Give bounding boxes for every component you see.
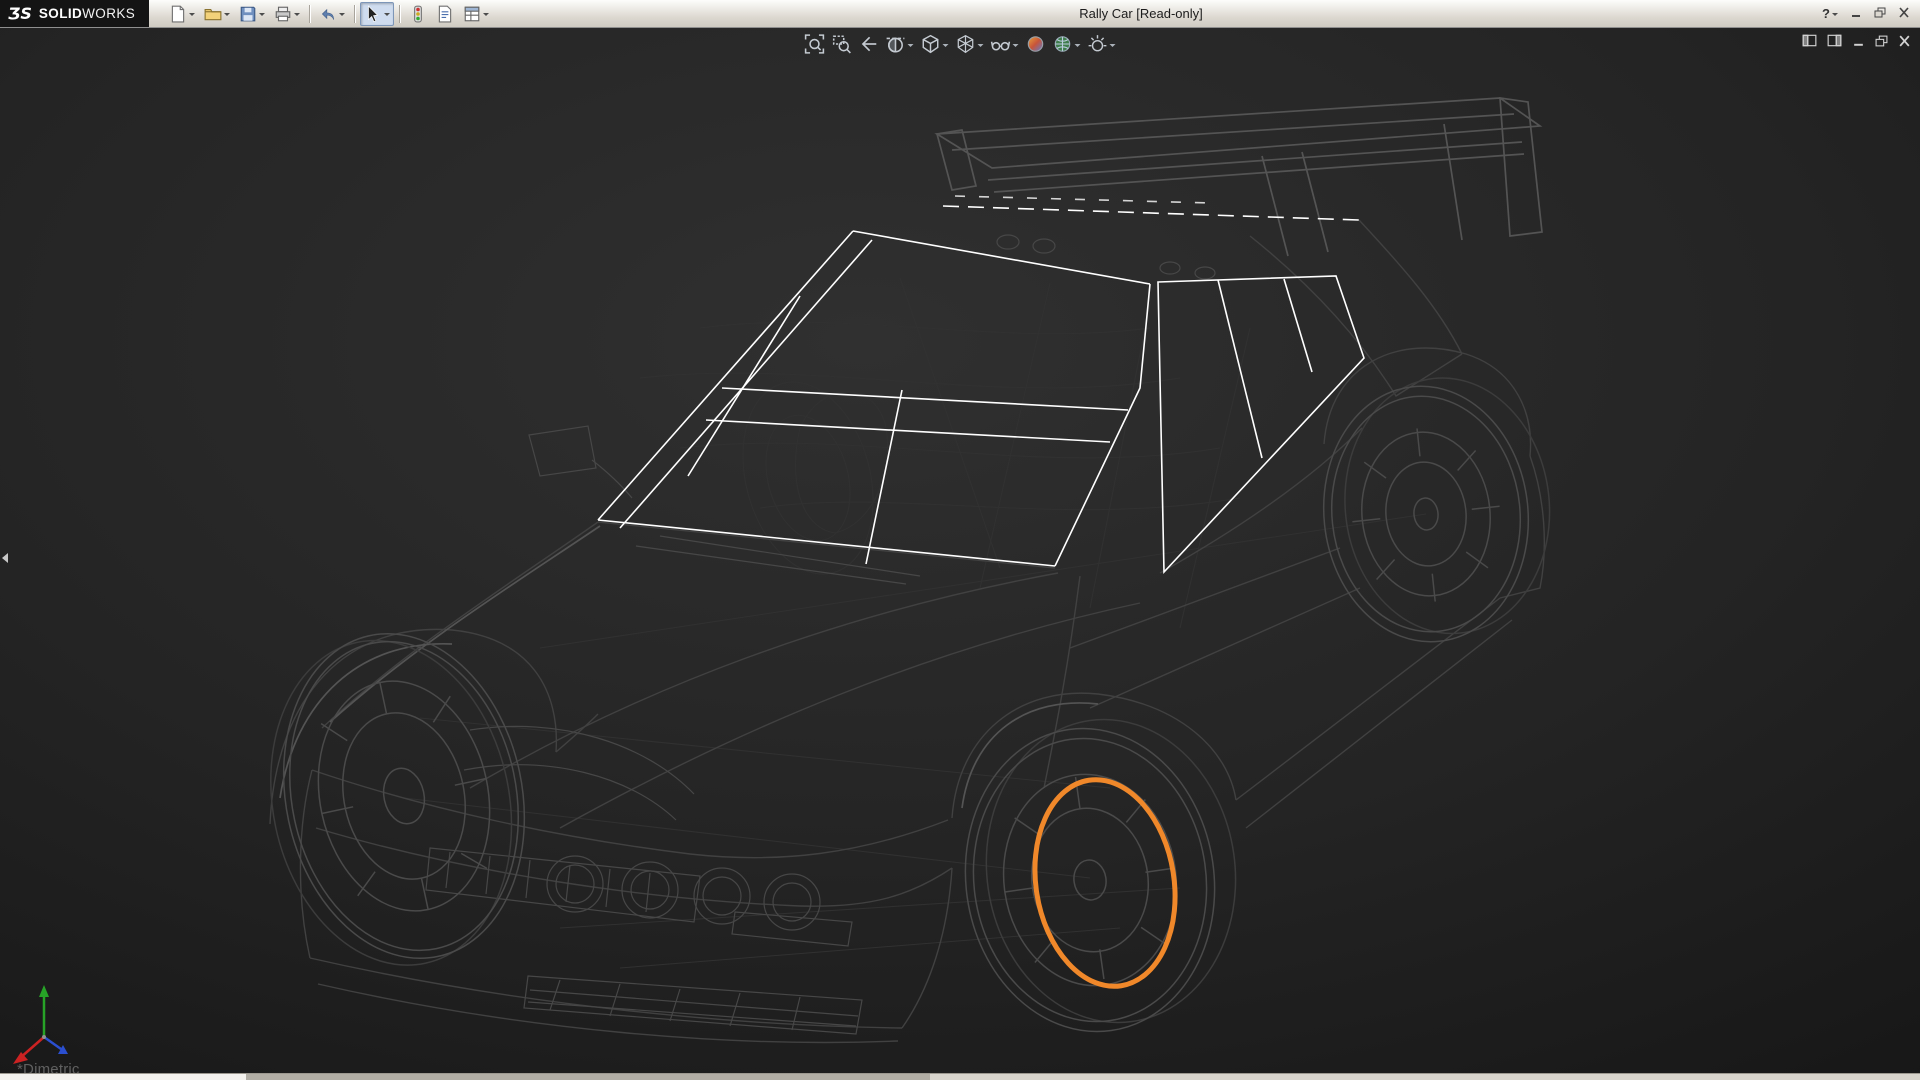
save-floppy-icon: [239, 5, 257, 23]
chevron-down-icon[interactable]: [224, 13, 230, 19]
title-bar: ƷS SOLIDWORKS: [0, 0, 1920, 28]
file-properties-button[interactable]: [432, 2, 458, 26]
view-orientation-button[interactable]: [919, 32, 951, 56]
rebuild-traffic-light-icon: [409, 5, 427, 23]
display-style-icon: [956, 34, 976, 54]
document-close-button[interactable]: [1898, 35, 1911, 47]
select-button[interactable]: [360, 2, 394, 26]
window-controls: ?: [1822, 5, 1920, 23]
chevron-down-icon[interactable]: [1013, 44, 1019, 50]
select-cursor-icon: [364, 5, 382, 23]
apply-scene-globe-icon: [1053, 34, 1073, 54]
sheet-options-button[interactable]: [459, 2, 493, 26]
hide-show-items-button[interactable]: [989, 32, 1021, 56]
open-folder-icon: [204, 5, 222, 23]
heads-up-view-toolbar: [803, 32, 1118, 56]
brand-name: SOLIDWORKS: [39, 6, 135, 21]
view-orientation-label: *Dimetric: [17, 1061, 80, 1073]
document-window-controls: [1802, 34, 1911, 47]
document-minimize-icon: [1852, 35, 1865, 47]
undo-arrow-icon: [319, 5, 337, 23]
section-view-icon: [886, 34, 906, 54]
chevron-down-icon[interactable]: [384, 13, 390, 19]
main-toolbar: [165, 2, 493, 26]
view-settings-icon: [1088, 34, 1108, 54]
chevron-down-icon[interactable]: [294, 13, 300, 19]
triad-z-axis[interactable]: [58, 1045, 68, 1054]
document-close-icon: [1898, 35, 1911, 47]
reference-triad[interactable]: [4, 979, 94, 1069]
zoom-to-area-icon: [832, 34, 852, 54]
pane-right-icon: [1827, 34, 1842, 47]
undo-button[interactable]: [315, 2, 349, 26]
triad-y-axis[interactable]: [39, 985, 49, 997]
view-orientation-cube-icon: [921, 34, 941, 54]
chevron-down-icon[interactable]: [339, 13, 345, 19]
chevron-down-icon[interactable]: [1832, 13, 1838, 19]
document-restore-button[interactable]: [1875, 35, 1888, 47]
new-document-icon: [169, 5, 187, 23]
viewport-background[interactable]: [0, 28, 1920, 1073]
document-restore-icon: [1875, 35, 1888, 47]
apply-scene-button[interactable]: [1051, 32, 1083, 56]
graphics-area[interactable]: *Dimetric: [0, 28, 1920, 1073]
chevron-down-icon[interactable]: [259, 13, 265, 19]
chevron-down-icon[interactable]: [908, 44, 914, 50]
brand-name-solid: SOLID: [39, 6, 82, 21]
minimize-icon: [1850, 7, 1862, 18]
zoom-to-fit-button[interactable]: [803, 32, 827, 56]
previous-view-icon: [859, 34, 879, 54]
display-style-button[interactable]: [954, 32, 986, 56]
open-button[interactable]: [200, 2, 234, 26]
section-view-button[interactable]: [884, 32, 916, 56]
pane-left-button[interactable]: [1802, 34, 1817, 47]
restore-button[interactable]: [1874, 5, 1886, 23]
chevron-down-icon[interactable]: [978, 44, 984, 50]
pane-left-icon: [1802, 34, 1817, 47]
edit-appearance-button[interactable]: [1024, 32, 1048, 56]
chevron-down-icon[interactable]: [189, 13, 195, 19]
status-bar-left-segment: [0, 1074, 246, 1080]
dassault-3ds-logo-icon: ƷS: [8, 4, 32, 23]
chevron-down-icon[interactable]: [483, 13, 489, 19]
close-button[interactable]: [1898, 5, 1910, 23]
chevron-down-icon[interactable]: [943, 44, 949, 50]
previous-view-button[interactable]: [857, 32, 881, 56]
close-icon: [1898, 7, 1910, 18]
toolbar-separator: [309, 5, 310, 23]
car-wireframe-model[interactable]: [0, 28, 1920, 1073]
help-glyph: ?: [1822, 6, 1830, 21]
help-button[interactable]: ?: [1822, 6, 1838, 21]
solidworks-logo: ƷS SOLIDWORKS: [0, 0, 149, 27]
chevron-down-icon[interactable]: [1110, 44, 1116, 50]
status-bar: [0, 1073, 1920, 1080]
printer-icon: [274, 5, 292, 23]
chevron-left-icon: [0, 551, 10, 565]
toolbar-separator: [399, 5, 400, 23]
print-button[interactable]: [270, 2, 304, 26]
horizontal-scrollbar-thumb[interactable]: [246, 1074, 930, 1080]
sheet-options-icon: [463, 5, 481, 23]
edit-appearance-ball-icon: [1026, 34, 1046, 54]
zoom-to-fit-icon: [805, 34, 825, 54]
document-minimize-button[interactable]: [1852, 35, 1865, 47]
window-title: Rally Car [Read-only]: [1079, 0, 1203, 28]
file-properties-icon: [436, 5, 454, 23]
save-button[interactable]: [235, 2, 269, 26]
new-document-button[interactable]: [165, 2, 199, 26]
brand-name-works: WORKS: [82, 6, 135, 21]
minimize-button[interactable]: [1850, 5, 1862, 23]
view-settings-button[interactable]: [1086, 32, 1118, 56]
zoom-to-area-button[interactable]: [830, 32, 854, 56]
toolbar-separator: [354, 5, 355, 23]
hide-show-glasses-icon: [991, 34, 1011, 54]
rebuild-button[interactable]: [405, 2, 431, 26]
chevron-down-icon[interactable]: [1075, 44, 1081, 50]
featuremanager-flyout-arrow[interactable]: [0, 543, 12, 573]
pane-right-button[interactable]: [1827, 34, 1842, 47]
restore-icon: [1874, 7, 1886, 18]
